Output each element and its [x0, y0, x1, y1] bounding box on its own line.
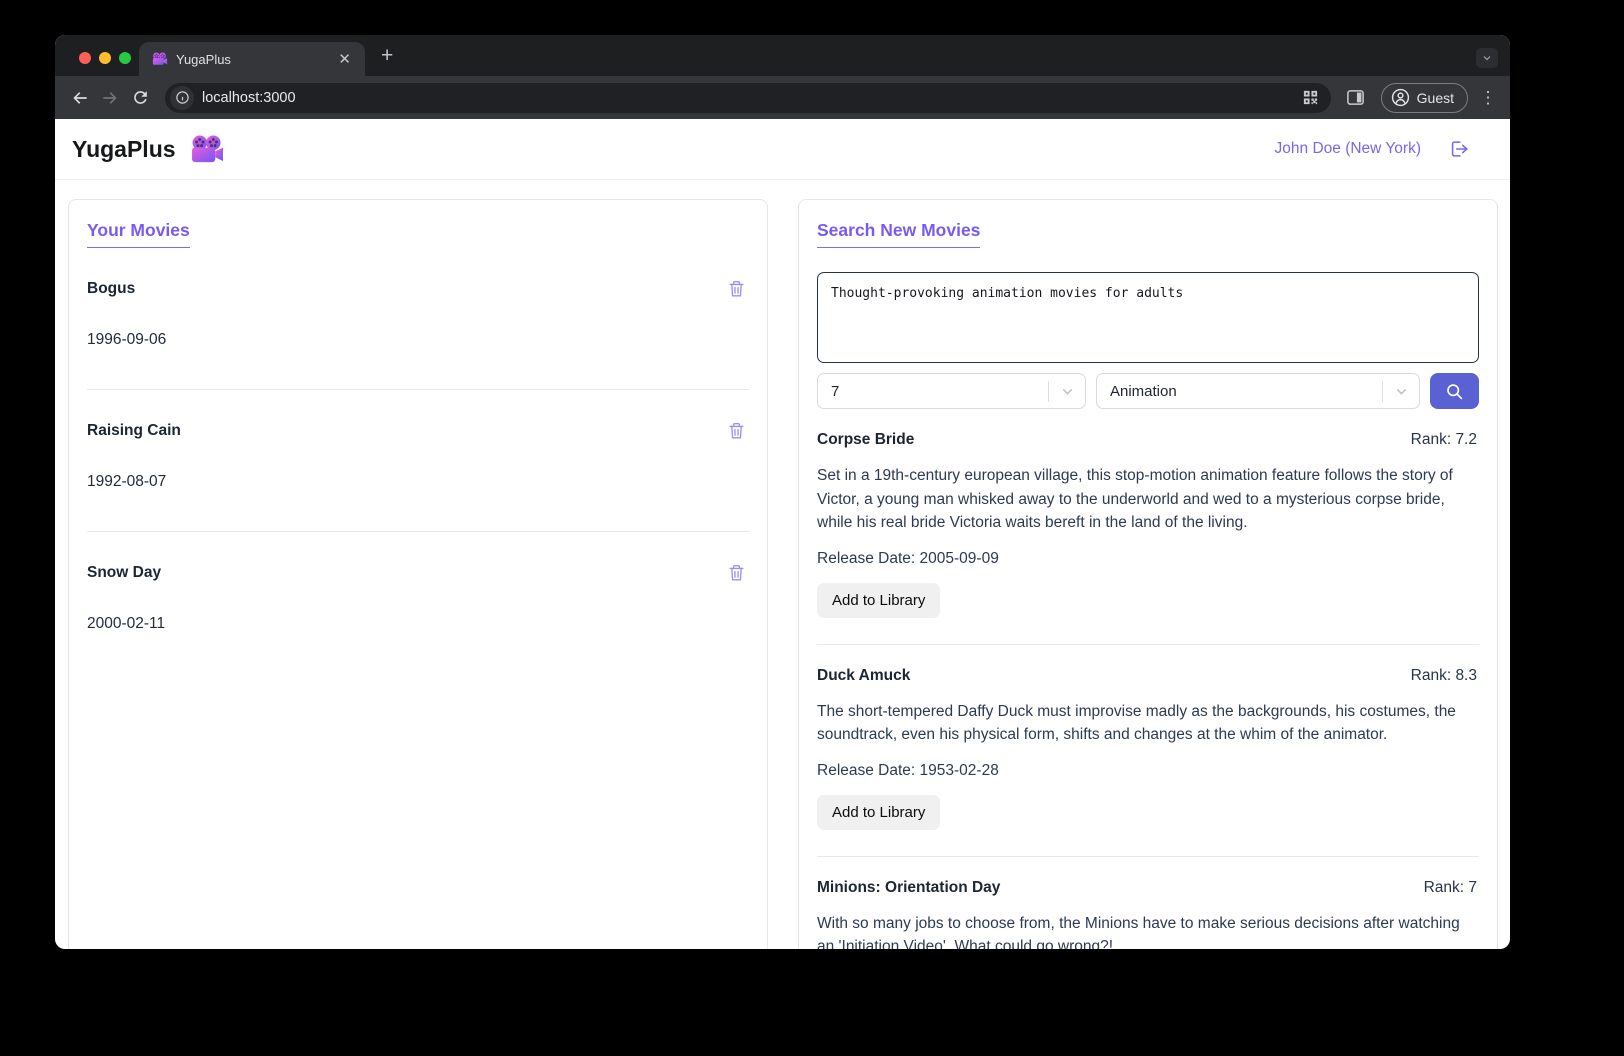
new-tab-button[interactable]: +: [381, 44, 393, 68]
browser-window: YugaPlus ✕ + localhost:3000: [55, 35, 1510, 949]
profile-button[interactable]: Guest: [1381, 83, 1468, 113]
result-rank: Rank: 8.3: [1411, 667, 1477, 685]
side-panel-button[interactable]: [1341, 83, 1371, 113]
movie-release-date: 1996-09-06: [87, 331, 747, 349]
tab-search-button[interactable]: [1476, 48, 1498, 68]
browser-toolbar: localhost:3000 Guest ⋮: [55, 76, 1510, 119]
chevron-down-icon: [1049, 383, 1085, 400]
search-result: Minions: Orientation Day Rank: 7 With so…: [817, 857, 1479, 950]
address-bar[interactable]: localhost:3000: [165, 83, 1331, 113]
result-release-date: Release Date: 1953-02-28: [817, 762, 1477, 780]
trash-icon: [727, 279, 746, 299]
movie-title: Raising Cain: [87, 422, 181, 440]
result-rank: Rank: 7.2: [1411, 431, 1477, 449]
forward-arrow-icon: [100, 88, 120, 108]
movie-title: Snow Day: [87, 564, 161, 582]
search-button[interactable]: [1430, 373, 1479, 409]
back-button[interactable]: [65, 83, 95, 113]
search-result: Corpse Bride Rank: 7.2 Set in a 19th-cen…: [817, 409, 1479, 645]
app-header: YugaPlus John Doe (New York): [55, 119, 1510, 180]
result-rank: Rank: 7: [1424, 879, 1477, 897]
genre-select-value: Animation: [1110, 383, 1177, 400]
result-description: Set in a 19th-century european village, …: [817, 464, 1477, 535]
movie-release-date: 1992-08-07: [87, 473, 747, 491]
minimize-window-button[interactable]: [99, 52, 111, 64]
browser-menu-button[interactable]: ⋮: [1478, 88, 1498, 108]
result-description: With so many jobs to choose from, the Mi…: [817, 912, 1477, 950]
result-title: Duck Amuck: [817, 667, 910, 685]
library-movie-row: Snow Day 2000-02-11: [87, 532, 749, 673]
app-logo-text: YugaPlus: [72, 136, 176, 163]
logout-button[interactable]: [1448, 138, 1470, 160]
rank-select[interactable]: 7: [817, 373, 1086, 409]
url-text[interactable]: localhost:3000: [202, 90, 1294, 106]
tab-strip: YugaPlus ✕ +: [55, 35, 1510, 76]
site-info-button[interactable]: [170, 86, 194, 110]
user-account-link[interactable]: John Doe (New York): [1275, 140, 1421, 158]
result-title: Corpse Bride: [817, 431, 914, 449]
logout-icon: [1448, 138, 1470, 160]
add-to-library-button[interactable]: Add to Library: [817, 795, 940, 830]
result-description: The short-tempered Daffy Duck must impro…: [817, 700, 1477, 747]
reload-icon: [131, 88, 150, 107]
person-icon: [1391, 88, 1410, 107]
your-movies-panel: Your Movies Bogus 1996-09-06 Raising Cai…: [68, 199, 768, 949]
search-icon: [1445, 382, 1464, 401]
movie-camera-icon: [190, 135, 225, 164]
movie-release-date: 2000-02-11: [87, 615, 747, 633]
chevron-down-icon: [1481, 52, 1493, 64]
search-movies-panel: Search New Movies Thought-provoking anim…: [798, 199, 1498, 949]
genre-select[interactable]: Animation: [1096, 373, 1420, 409]
search-controls: 7 Animation: [817, 373, 1479, 409]
trash-icon: [727, 563, 746, 583]
result-title: Minions: Orientation Day: [817, 879, 1000, 897]
close-tab-icon[interactable]: ✕: [334, 50, 355, 69]
delete-movie-button[interactable]: [726, 420, 747, 442]
delete-movie-button[interactable]: [726, 562, 747, 584]
side-panel-icon: [1346, 88, 1365, 107]
movie-title: Bogus: [87, 280, 135, 298]
reload-button[interactable]: [125, 83, 155, 113]
result-release-date: Release Date: 2005-09-09: [817, 550, 1477, 568]
qr-code-icon[interactable]: [1302, 89, 1319, 106]
library-movie-row: Bogus 1996-09-06: [87, 248, 749, 390]
profile-label: Guest: [1417, 90, 1454, 106]
chevron-down-icon: [1383, 383, 1419, 400]
browser-tab[interactable]: YugaPlus ✕: [139, 42, 365, 76]
close-window-button[interactable]: [79, 52, 91, 64]
back-arrow-icon: [70, 88, 90, 108]
your-movies-title: Your Movies: [87, 220, 190, 248]
library-movie-row: Raising Cain 1992-08-07: [87, 390, 749, 532]
movie-camera-favicon: [152, 52, 168, 66]
search-movies-title: Search New Movies: [817, 220, 980, 248]
delete-movie-button[interactable]: [726, 278, 747, 300]
info-circle-icon: [175, 90, 190, 105]
search-result: Duck Amuck Rank: 8.3 The short-tempered …: [817, 645, 1479, 857]
rank-select-value: 7: [831, 383, 839, 400]
tab-title: YugaPlus: [176, 52, 326, 67]
zoom-window-button[interactable]: [119, 52, 131, 64]
trash-icon: [727, 421, 746, 441]
search-query-input[interactable]: Thought-provoking animation movies for a…: [817, 272, 1479, 363]
add-to-library-button[interactable]: Add to Library: [817, 583, 940, 618]
forward-button[interactable]: [95, 83, 125, 113]
main-content: Your Movies Bogus 1996-09-06 Raising Cai…: [55, 180, 1510, 949]
window-controls: [79, 52, 131, 64]
